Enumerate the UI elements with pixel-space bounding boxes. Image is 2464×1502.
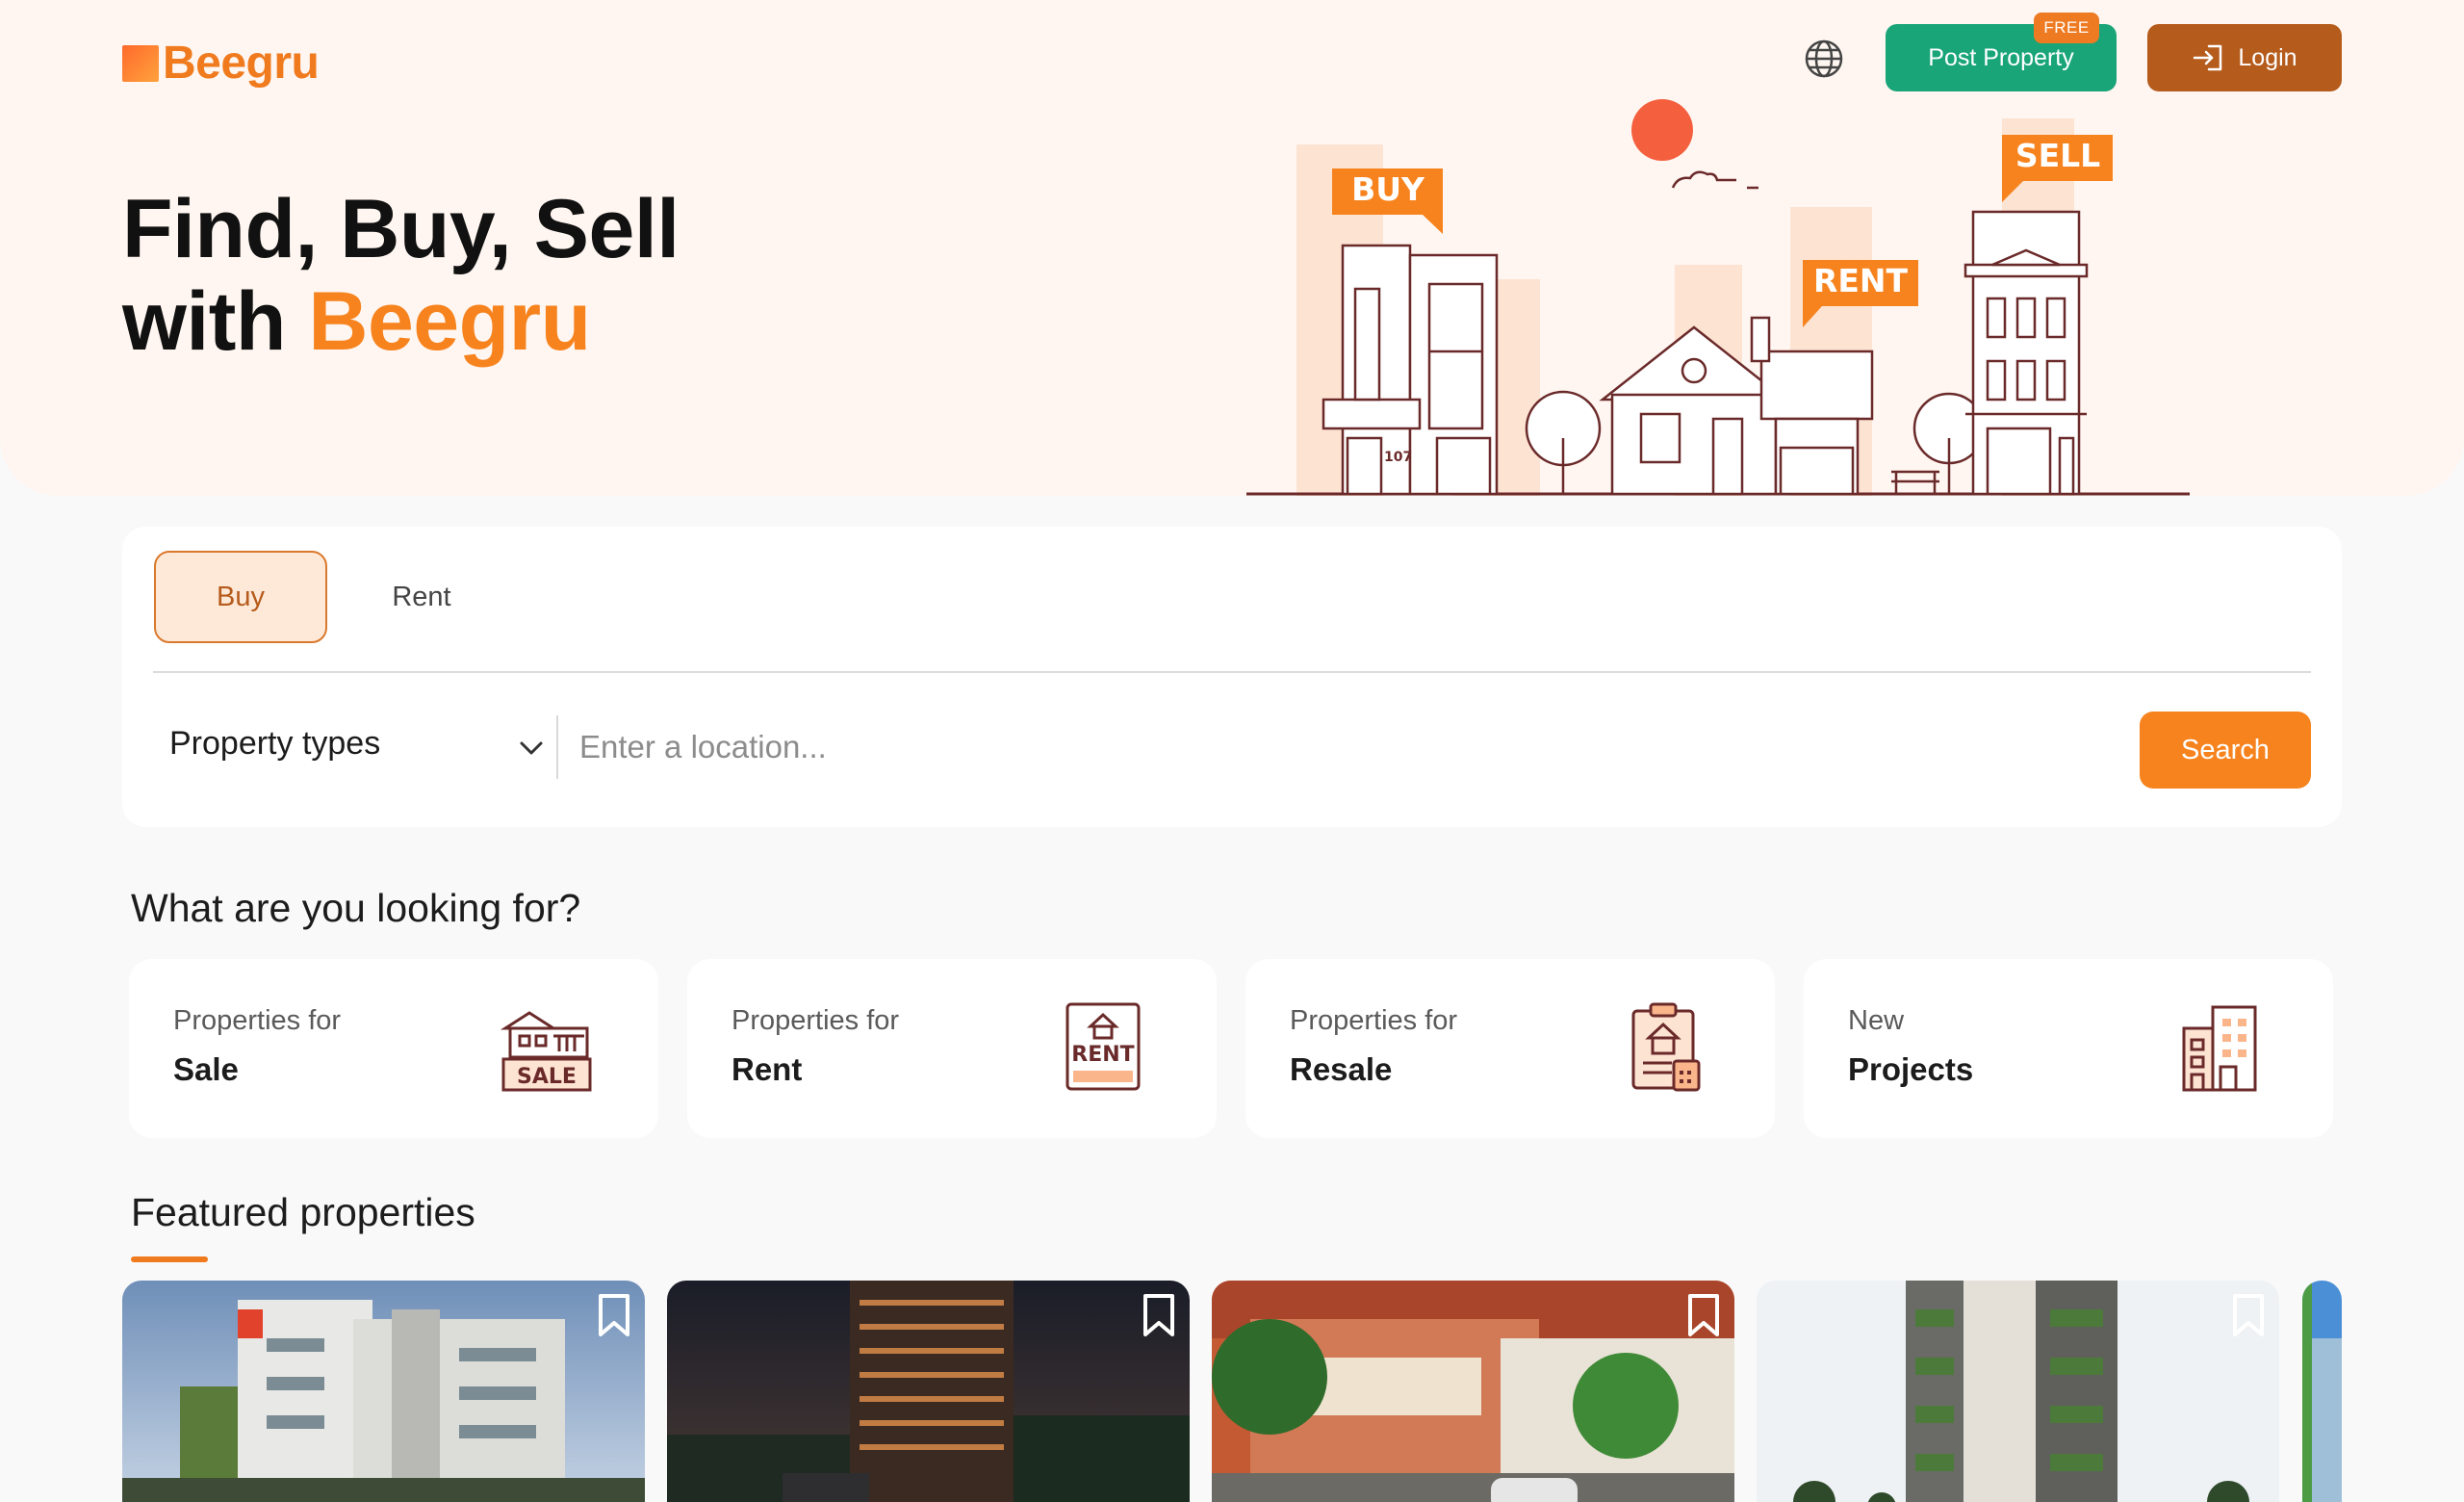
category-line1: Properties for [1290, 1005, 1458, 1036]
globe-icon[interactable] [1803, 38, 1845, 80]
category-line2: Projects [1848, 1051, 1974, 1087]
property-image [122, 1281, 645, 1502]
rent-sign-icon: RENT [1065, 1002, 1141, 1091]
featured-heading: Featured properties [131, 1190, 475, 1234]
login-icon [2194, 44, 2222, 71]
logo-text: Beegru [163, 38, 320, 89]
category-card-sale[interactable]: Properties for Sale SALE [129, 959, 658, 1138]
logo[interactable]: Beegru [122, 37, 320, 90]
logo-mark-icon [122, 44, 159, 82]
category-line1: Properties for [732, 1005, 900, 1036]
category-card-resale[interactable]: Properties for Resale [1245, 959, 1775, 1138]
category-card-rent[interactable]: Properties for Rent RENT [687, 959, 1217, 1138]
category-card-projects[interactable]: New Projects [1804, 959, 2333, 1138]
login-button[interactable]: Login [2147, 24, 2342, 91]
city-illustration: 107 BUY RENT SELL [1246, 99, 2190, 496]
featured-property-card[interactable] [667, 1281, 1190, 1502]
bookmark-icon[interactable] [595, 1292, 633, 1338]
featured-property-card-partial[interactable] [2302, 1281, 2342, 1502]
category-line2: Resale [1290, 1051, 1393, 1087]
bookmark-icon[interactable] [1684, 1292, 1723, 1338]
svg-text:SALE: SALE [517, 1065, 577, 1089]
svg-text:BUY: BUY [1351, 170, 1425, 208]
hero-title: Find, Buy, Sell with Beegru [122, 183, 680, 368]
post-property-label: Post Property [1928, 43, 2074, 71]
hero-title-line2: with Beegru [122, 275, 680, 368]
bookmark-icon[interactable] [2229, 1292, 2268, 1338]
field-separator [556, 715, 558, 779]
apartment-icon [2182, 1005, 2257, 1092]
svg-text:RENT: RENT [1071, 1043, 1134, 1067]
tab-buy[interactable]: Buy [154, 551, 327, 643]
location-input[interactable] [579, 715, 2119, 779]
svg-text:SELL: SELL [2015, 137, 2100, 174]
resale-document-icon [1631, 1002, 1701, 1092]
property-image [1212, 1281, 1734, 1502]
featured-heading-underline [131, 1256, 208, 1262]
bookmark-icon[interactable] [1140, 1292, 1178, 1338]
property-image [2302, 1281, 2342, 1502]
property-types-select[interactable]: Property types [169, 725, 380, 763]
hero-title-line1: Find, Buy, Sell [122, 183, 680, 275]
property-image [1757, 1281, 2279, 1502]
sale-building-icon: SALE [500, 1011, 592, 1092]
search-button[interactable]: Search [2140, 712, 2311, 789]
category-line1: Properties for [173, 1005, 342, 1036]
search-panel: Buy Rent Property types Search [122, 527, 2342, 827]
property-image [667, 1281, 1190, 1502]
hero-section: Beegru Post Property FREE Login Find, Bu… [0, 0, 2464, 496]
tabs-divider [153, 671, 2311, 673]
svg-text:RENT: RENT [1813, 262, 1909, 299]
house-number: 107 [1384, 450, 1412, 465]
featured-property-card[interactable] [1757, 1281, 2279, 1502]
categories-heading: What are you looking for? [131, 886, 581, 930]
featured-property-card[interactable] [122, 1281, 645, 1502]
hero-title-accent: Beegru [308, 275, 591, 368]
hero-title-prefix: with [122, 275, 309, 368]
category-line2: Rent [732, 1051, 803, 1087]
featured-property-card[interactable] [1212, 1281, 1734, 1502]
login-label: Login [2238, 43, 2297, 71]
tab-rent[interactable]: Rent [345, 551, 499, 643]
free-badge: FREE [2034, 13, 2099, 43]
category-line1: New [1848, 1005, 1905, 1036]
category-line2: Sale [173, 1051, 239, 1087]
chevron-down-icon[interactable] [518, 738, 545, 758]
